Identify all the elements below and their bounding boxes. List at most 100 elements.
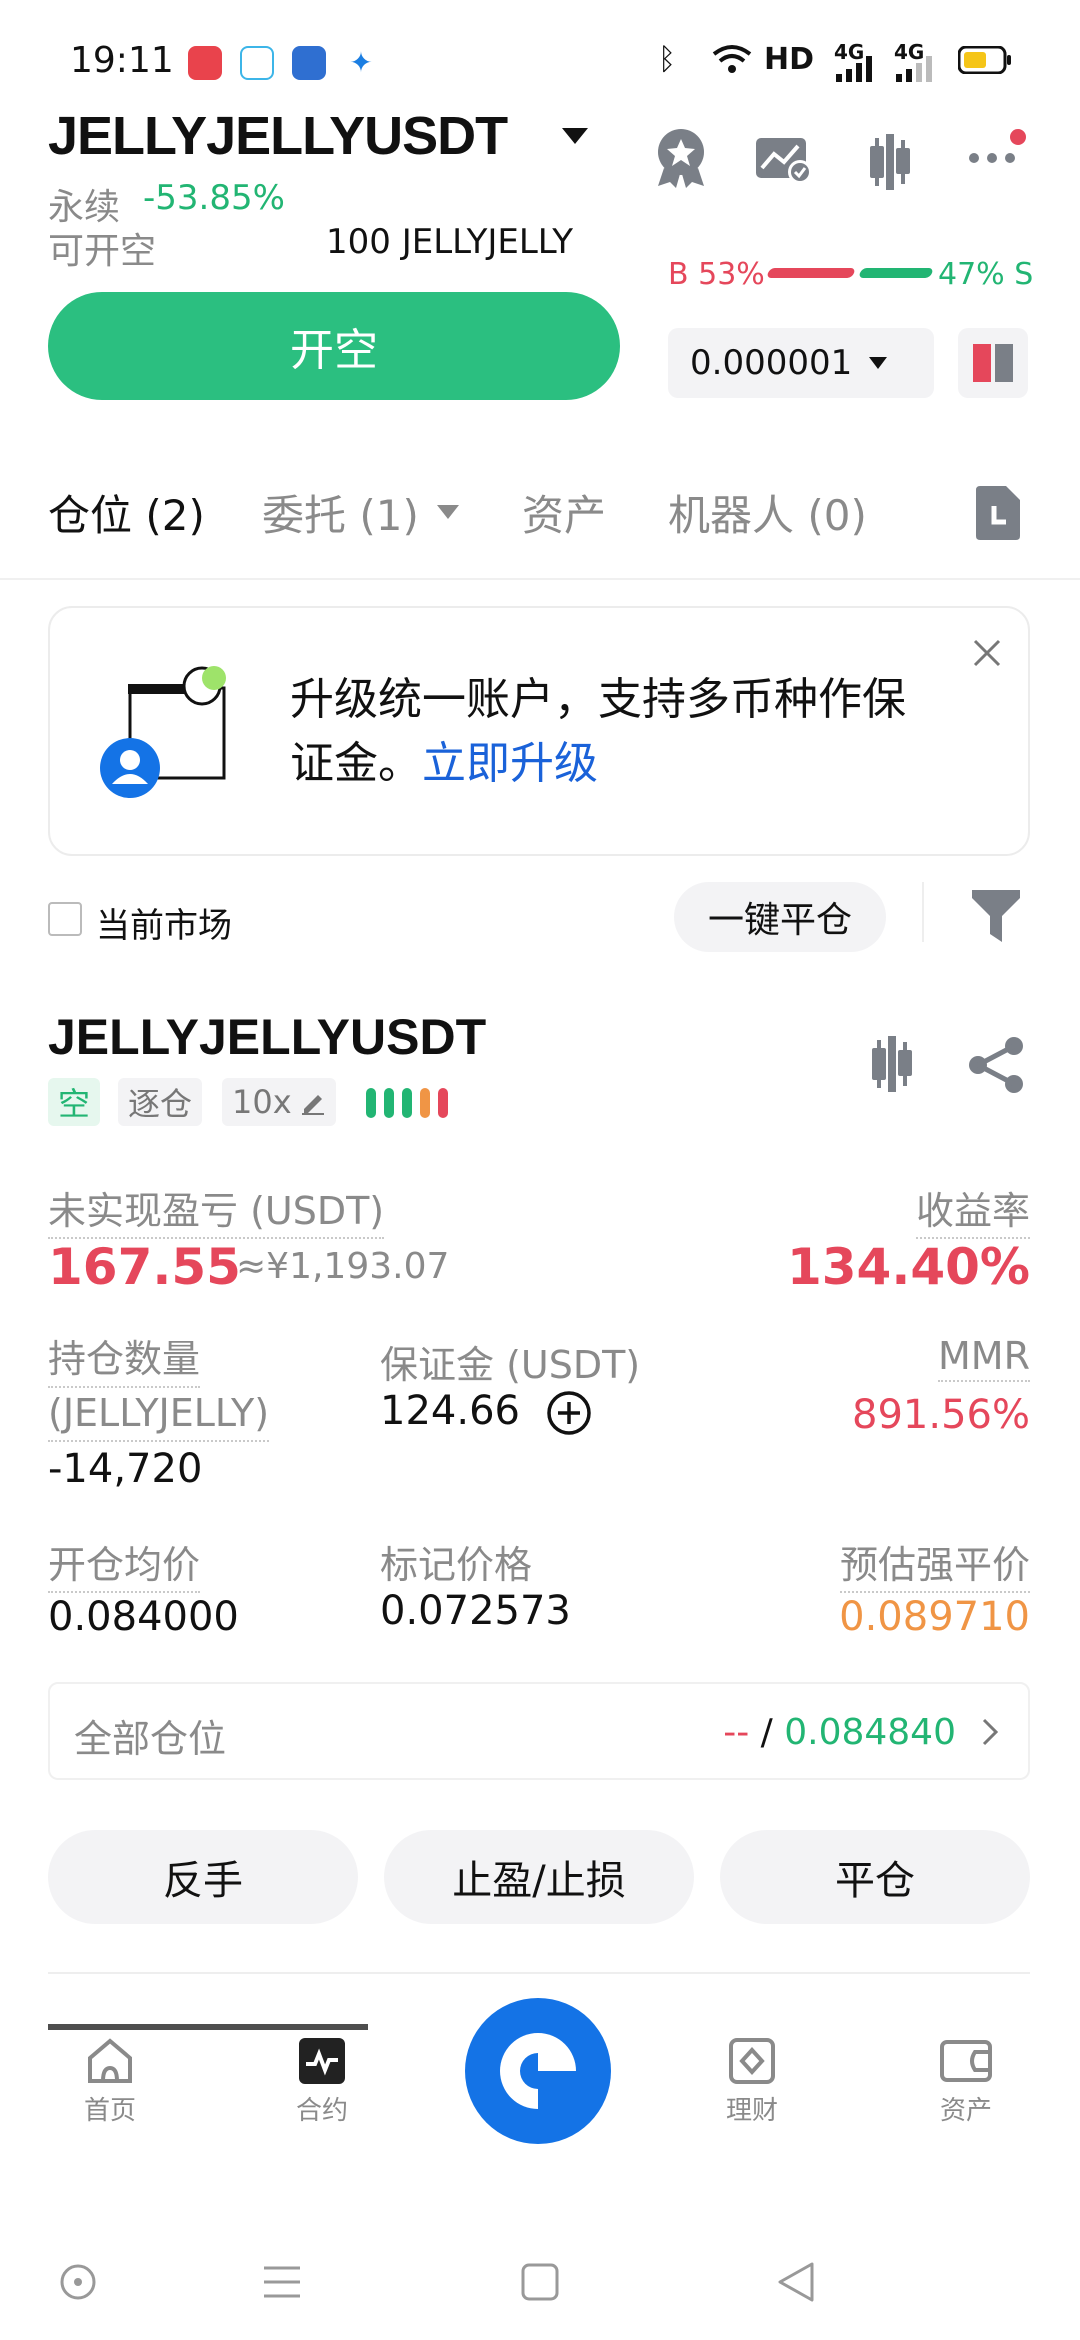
tab-assets[interactable]: 资产 — [522, 482, 606, 543]
telecom-app-icon: ✦ — [344, 46, 378, 80]
open-short-button[interactable]: 开空 — [48, 292, 620, 400]
position-tabs: 仓位 (2) 委托 (1) 资产 机器人 (0) — [48, 482, 1032, 548]
signal-bars-1-icon — [834, 56, 878, 82]
current-market-checkbox[interactable] — [48, 902, 82, 936]
roe-value: 134.40% — [786, 1238, 1030, 1296]
nav-assets[interactable]: 资产 — [906, 2030, 1026, 2140]
banner-text: 升级统一账户，支持多币种作保证金。 — [290, 674, 906, 789]
tab-positions[interactable]: 仓位 (2) — [48, 482, 205, 543]
upgrade-now-link[interactable]: 立即升级 — [422, 738, 598, 789]
price-change: -53.85% — [143, 178, 285, 218]
battery-icon — [958, 46, 1012, 74]
unrealized-pnl-value: 167.55 — [48, 1238, 241, 1296]
all-positions-values: -- / 0.084840 — [723, 1712, 956, 1753]
recorder-app-icon — [188, 46, 222, 80]
current-market-label: 当前市场 — [96, 906, 232, 946]
all-positions-label: 全部仓位 — [74, 1717, 227, 1761]
nav-futures[interactable]: 合约 — [262, 2030, 382, 2140]
filter-icon[interactable] — [970, 888, 1022, 944]
nav-earn-label: 理财 — [725, 2096, 778, 2126]
position-size-label-line2: (JELLYJELLY) — [48, 1388, 270, 1442]
boss-app-icon — [292, 46, 326, 80]
tab-orders-caret-icon[interactable] — [436, 504, 460, 520]
tab-orders[interactable]: 委托 (1) — [262, 482, 419, 543]
precision-value: 0.000001 — [690, 343, 853, 383]
candlestick-icon[interactable] — [862, 134, 918, 190]
all-positions-row[interactable]: 全部仓位 -- / 0.084840 — [48, 1682, 1030, 1780]
margin-value: 124.66 — [380, 1388, 520, 1434]
position-size-value: -14,720 — [48, 1446, 203, 1492]
more-icon[interactable] — [966, 128, 1028, 168]
card-divider — [48, 1972, 1030, 1974]
upgrade-banner[interactable]: 升级统一账户，支持多币种作保证金。立即升级 — [48, 606, 1030, 856]
nav-futures-label: 合约 — [295, 2096, 348, 2126]
account-upgrade-illustration-icon — [90, 660, 230, 800]
video-app-icon — [240, 46, 274, 80]
position-symbol[interactable]: JELLYJELLYUSDT — [48, 1008, 486, 1066]
position-size-label[interactable]: 持仓数量 (JELLYJELLY) — [48, 1334, 270, 1442]
close-all-button[interactable]: 一键平仓 — [674, 882, 886, 952]
sell-ratio-bar — [858, 268, 934, 278]
liq-price-value: 0.089710 — [839, 1594, 1030, 1640]
leverage-tag[interactable]: 10x — [222, 1078, 336, 1126]
mark-price-label: 标记价格 — [380, 1543, 533, 1587]
all-positions-right: 0.084840 — [784, 1712, 956, 1753]
wallet-icon — [940, 2040, 992, 2082]
entry-price-label[interactable]: 开仓均价 — [48, 1534, 201, 1593]
unrealized-pnl-cny: ≈¥1,193.07 — [236, 1246, 450, 1287]
roe-label[interactable]: 收益率 — [915, 1180, 1030, 1239]
close-icon[interactable] — [972, 638, 1002, 668]
nav-earn[interactable]: 理财 — [692, 2030, 812, 2140]
home-square-icon[interactable] — [520, 2262, 560, 2302]
nav-home-label: 首页 — [83, 2096, 136, 2126]
earn-icon — [729, 2038, 775, 2084]
precision-caret-icon — [869, 357, 888, 369]
available-label: 可开空 — [48, 231, 157, 272]
status-bar: 19:11 ✦ ᛒ HD 4G 4G — [0, 40, 1080, 90]
liq-price-label[interactable]: 预估强平价 — [839, 1534, 1030, 1593]
back-icon[interactable] — [776, 2260, 816, 2304]
risk-level-icon — [366, 1088, 450, 1118]
wifi-icon — [712, 44, 752, 74]
tabs-divider — [0, 578, 1080, 580]
position-chart-icon[interactable] — [864, 1036, 920, 1092]
sell-ratio: 47% S — [938, 257, 1034, 292]
gate-logo-icon — [500, 2033, 578, 2111]
unrealized-pnl-label[interactable]: 未实现盈亏 (USDT) — [48, 1180, 385, 1239]
entry-price-value: 0.084000 — [48, 1594, 239, 1640]
menu-icon[interactable] — [262, 2264, 302, 2300]
mmr-label[interactable]: MMR — [938, 1334, 1030, 1382]
chevron-right-icon — [982, 1718, 998, 1746]
signal-bars-2-icon — [894, 56, 938, 82]
clock: 19:11 — [70, 40, 174, 81]
all-positions-left: -- — [723, 1712, 750, 1753]
home-icon — [88, 2038, 132, 2083]
reverse-button[interactable]: 反手 — [48, 1830, 358, 1924]
tp-sl-button[interactable]: 止盈/止损 — [384, 1830, 694, 1924]
precision-selector[interactable]: 0.000001 — [668, 328, 934, 398]
side-tag: 空 — [48, 1078, 101, 1126]
pair-dropdown-icon[interactable] — [560, 126, 590, 146]
available-value: 100 JELLYJELLY — [326, 222, 573, 262]
orderbook-view-toggle[interactable] — [958, 328, 1028, 398]
pair-title[interactable]: JELLYJELLYUSDT — [48, 105, 508, 167]
futures-icon — [299, 2038, 345, 2084]
margin-mode-tag: 逐仓 — [118, 1078, 203, 1126]
history-doc-icon[interactable] — [972, 484, 1024, 542]
orderbook-view-icon — [973, 344, 1013, 382]
chart-settings-icon[interactable] — [754, 134, 816, 186]
leverage-value: 10x — [232, 1083, 292, 1121]
add-margin-icon[interactable] — [546, 1390, 592, 1436]
filter-divider — [922, 882, 924, 942]
nav-home[interactable]: 首页 — [50, 2030, 170, 2140]
assistant-icon[interactable] — [58, 2262, 98, 2302]
close-position-button[interactable]: 平仓 — [720, 1830, 1030, 1924]
margin-label: 保证金 (USDT) — [380, 1343, 641, 1387]
share-icon[interactable] — [968, 1036, 1026, 1094]
bluetooth-icon: ᛒ — [658, 42, 676, 77]
trade-fab-button[interactable] — [465, 1998, 611, 2144]
tab-bots[interactable]: 机器人 (0) — [668, 482, 867, 543]
buy-ratio: B 53% — [668, 257, 765, 292]
all-positions-sep: / — [749, 1712, 785, 1753]
badge-icon[interactable] — [650, 126, 712, 190]
